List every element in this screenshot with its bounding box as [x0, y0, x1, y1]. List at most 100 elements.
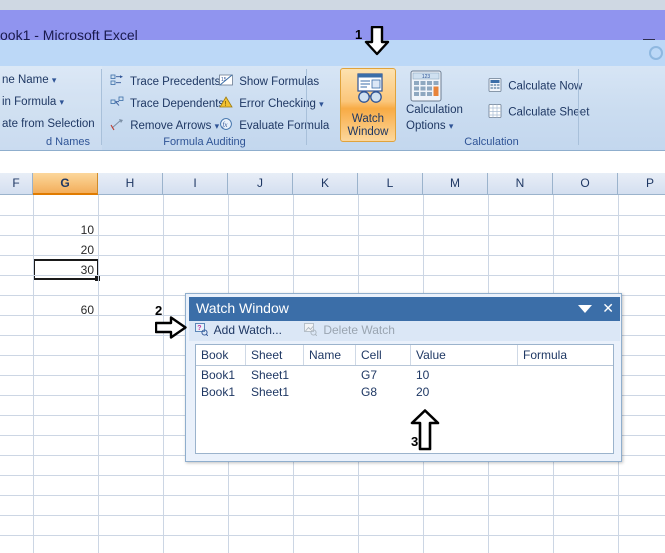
- watch-cell-sheet: Sheet1: [251, 368, 290, 382]
- watch-column-header-cell[interactable]: Cell: [356, 345, 411, 365]
- help-icon[interactable]: [649, 46, 663, 60]
- ribbon-item-calculation-options[interactable]: Calculation: [406, 104, 463, 116]
- grid-line-horizontal: [0, 495, 665, 496]
- column-headers[interactable]: FGHIJKLMNOP: [0, 173, 665, 195]
- grid-line-horizontal: [0, 215, 665, 216]
- watch-cell-formula: [518, 367, 613, 384]
- ribbon-item-calculate-now[interactable]: Calculate Now: [488, 78, 582, 95]
- annotation-arrow-1: [364, 25, 390, 59]
- watch-window-title-bar[interactable]: Watch Window ✕: [189, 297, 620, 321]
- ribbon-item-use-in-formula[interactable]: in Formula ▾: [2, 96, 64, 108]
- show-formulas-icon: 15: [219, 74, 233, 90]
- ribbon-group-calculation: 123 Calculation Options ▾ Calculate Now …: [404, 66, 589, 150]
- calculate-sheet-icon: [488, 104, 502, 121]
- close-icon[interactable]: ✕: [602, 300, 614, 317]
- delete-watch-button[interactable]: Delete Watch: [304, 323, 395, 339]
- watch-window-toolbar: ? Add Watch... Delete Watch: [189, 321, 620, 341]
- watch-cell-name: [304, 384, 356, 401]
- svg-text:?: ?: [197, 325, 201, 332]
- ribbon-item-label: Trace Precedents: [130, 76, 221, 89]
- ribbon-item-trace-dependents[interactable]: Trace Dependents: [110, 96, 224, 112]
- column-header-n[interactable]: N: [488, 173, 553, 195]
- ribbon-tab-strip[interactable]: [0, 40, 665, 66]
- watch-window-title: Watch Window: [196, 300, 289, 316]
- grid-line-horizontal: [0, 535, 665, 536]
- column-header-k[interactable]: K: [293, 173, 358, 195]
- window-title-bar[interactable]: ook1 - Microsoft Excel: [0, 10, 665, 43]
- grid-line-vertical: [98, 195, 99, 553]
- ribbon-group-label-defined-names: d Names: [45, 136, 90, 148]
- cell-g11[interactable]: 60: [33, 300, 98, 320]
- watch-list-table[interactable]: Book Sheet Name Cell Value Formula Book1 Sheet…: [195, 344, 614, 454]
- add-watch-button[interactable]: ? Add Watch...: [195, 323, 282, 339]
- watch-column-header-sheet[interactable]: Sheet: [246, 345, 304, 365]
- watch-cell-book: Book1: [201, 385, 236, 399]
- watch-window-dialog[interactable]: Watch Window ✕ ? Add Watch... Delete Wat…: [185, 293, 622, 462]
- column-header-g[interactable]: G: [33, 173, 98, 195]
- chevron-down-icon[interactable]: ▾: [60, 97, 65, 107]
- watch-cell-book: Book1: [201, 368, 236, 382]
- ribbon-item-label: Show Formulas: [239, 76, 320, 89]
- ribbon-item-create-from-selection[interactable]: ate from Selection: [2, 118, 95, 130]
- column-header-j[interactable]: J: [228, 173, 293, 195]
- watch-list-header[interactable]: Book Sheet Name Cell Value Formula: [196, 345, 613, 366]
- column-header-f[interactable]: F: [0, 173, 33, 195]
- watch-cell-cell: G8: [361, 385, 378, 399]
- column-header-p[interactable]: P: [618, 173, 665, 195]
- watch-window-button-line1: Watch: [351, 113, 385, 125]
- watch-window-button[interactable]: Watch Window: [340, 68, 396, 142]
- ribbon-item-calculation-options-dropdown[interactable]: Options ▾: [406, 120, 453, 132]
- ribbon-item-error-checking[interactable]: ! Error Checking ▾: [219, 96, 324, 112]
- grid-line-horizontal: [0, 255, 665, 256]
- group-separator: [306, 69, 307, 145]
- cell-g8[interactable]: 20: [33, 240, 98, 260]
- add-watch-label: Add Watch...: [213, 323, 282, 338]
- svg-text:123: 123: [422, 74, 431, 80]
- trace-precedents-icon: [110, 74, 124, 90]
- ribbon-item-show-formulas[interactable]: 15 Show Formulas: [219, 74, 319, 90]
- watch-cell-cell: G7: [361, 368, 378, 382]
- ribbon-group-defined-names: ne Name ▾ in Formula ▾ ate from Selectio…: [0, 66, 102, 150]
- watch-window-icon: [355, 73, 385, 108]
- cell-g7[interactable]: 10: [33, 220, 98, 240]
- ribbon-item-remove-arrows[interactable]: Remove Arrows ▾: [110, 118, 219, 134]
- watch-column-header-book[interactable]: Book: [196, 345, 246, 365]
- ribbon-group-label-formula-auditing: Formula Auditing: [163, 136, 246, 148]
- ribbon-item-define-name[interactable]: ne Name ▾: [2, 74, 56, 86]
- ribbon-item-evaluate-formula[interactable]: fx Evaluate Formula: [219, 118, 329, 134]
- ribbon-item-label: Evaluate Formula: [239, 120, 330, 133]
- watch-cell-formula: [518, 384, 613, 401]
- calculate-now-icon: [488, 78, 502, 95]
- watch-column-header-formula[interactable]: Formula: [518, 345, 613, 365]
- cell-g9[interactable]: 30: [33, 260, 98, 280]
- ribbon-item-label: Calculate Now: [508, 80, 583, 93]
- column-header-i[interactable]: I: [163, 173, 228, 195]
- trace-dependents-icon: [110, 96, 124, 112]
- watch-column-header-name[interactable]: Name: [304, 345, 356, 365]
- annotation-label-1: 1: [355, 27, 363, 42]
- chevron-down-icon[interactable]: ▾: [319, 99, 324, 109]
- column-header-h[interactable]: H: [98, 173, 163, 195]
- svg-text:!: !: [225, 101, 227, 108]
- watch-row[interactable]: Book1 Sheet1 G8 20: [196, 384, 613, 401]
- chevron-down-icon[interactable]: ▾: [52, 75, 57, 85]
- chevron-down-icon[interactable]: [578, 305, 592, 313]
- column-header-l[interactable]: L: [358, 173, 423, 195]
- column-header-m[interactable]: M: [423, 173, 488, 195]
- grid-line-vertical: [163, 195, 164, 553]
- calculation-options-icon[interactable]: 123: [410, 70, 442, 105]
- grid-line-horizontal: [0, 275, 665, 276]
- watch-row[interactable]: Book1 Sheet1 G7 10: [196, 367, 613, 384]
- ribbon-item-trace-precedents[interactable]: Trace Precedents: [110, 74, 220, 90]
- watch-column-header-value[interactable]: Value: [411, 345, 518, 365]
- ribbon-item-label: in Formula: [2, 96, 57, 108]
- delete-watch-icon: [304, 323, 318, 339]
- chevron-down-icon[interactable]: ▾: [449, 121, 454, 131]
- column-header-o[interactable]: O: [553, 173, 618, 195]
- ribbon-item-calculate-sheet[interactable]: Calculate Sheet: [488, 104, 589, 121]
- watch-cell-sheet: Sheet1: [251, 385, 290, 399]
- ribbon-item-label: Calculation: [406, 104, 463, 116]
- ribbon-item-label: Error Checking: [239, 98, 316, 111]
- ribbon-item-label: Options: [406, 120, 446, 132]
- svg-text:fx: fx: [222, 121, 228, 129]
